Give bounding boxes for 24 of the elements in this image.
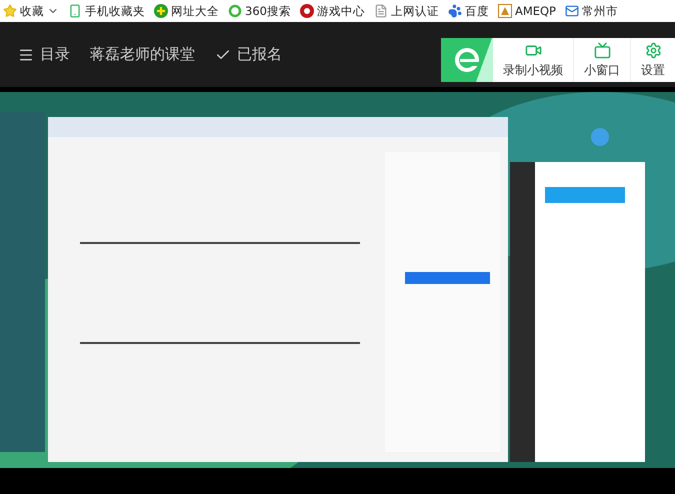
bookmark-link[interactable]: 游戏中心 [300, 4, 365, 18]
phone-icon [68, 4, 82, 18]
mail-icon [565, 4, 579, 18]
page-icon [374, 4, 388, 18]
star-icon [3, 4, 17, 18]
plus-icon [154, 4, 168, 18]
bookmark-link[interactable]: 上网认证 [374, 4, 439, 18]
bookmark-link[interactable]: AMEQP [498, 4, 556, 18]
menu-icon [18, 46, 34, 62]
ring-icon [228, 4, 242, 18]
paw-icon [448, 4, 462, 18]
settings-icon [644, 42, 662, 58]
tv-icon [594, 42, 610, 58]
bookmark-link[interactable]: 手机收藏夹 [68, 4, 145, 18]
triangle-logo-icon [498, 4, 512, 18]
browser-logo-icon [441, 38, 493, 82]
course-title: 蒋磊老师的课堂 [90, 45, 195, 64]
bookmark-link[interactable]: 常州市 [565, 4, 618, 18]
bookmark-link[interactable]: 网址大全 [154, 4, 219, 18]
enrolled-status[interactable]: 已报名 [215, 45, 282, 64]
bookmark-link[interactable]: 百度 [448, 4, 489, 18]
bookmark-link[interactable]: 360搜索 [228, 4, 291, 18]
bookmark-link[interactable]: 收藏 [3, 4, 59, 18]
menu-button[interactable]: 目录 [18, 45, 70, 64]
